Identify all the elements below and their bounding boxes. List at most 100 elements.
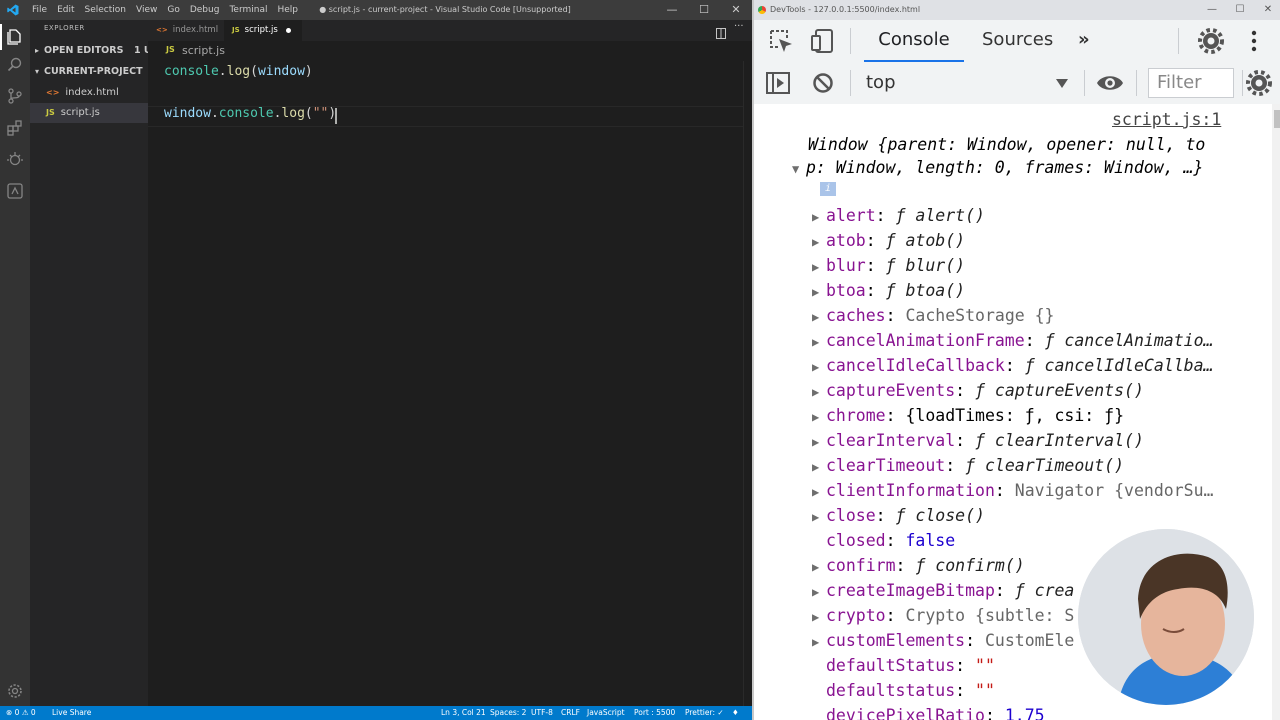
- menu-selection[interactable]: Selection: [80, 0, 131, 20]
- sidebar-toggle-icon[interactable]: [766, 72, 790, 94]
- console-property-row[interactable]: ▶ clearTimeout: ƒ clearTimeout(): [812, 453, 1124, 478]
- console-property-row[interactable]: ▶ createImageBitmap: ƒ crea: [812, 578, 1074, 603]
- console-property-row[interactable]: ▶ customElements: CustomEle: [812, 628, 1074, 653]
- code-line-3[interactable]: window.console.log(""): [164, 106, 336, 121]
- filter-input[interactable]: Filter: [1148, 68, 1234, 98]
- line-ending[interactable]: CRLF: [561, 706, 580, 720]
- device-toolbar-icon[interactable]: [810, 28, 836, 54]
- console-property-row[interactable]: ▶ chrome: {loadTimes: ƒ, csi: ƒ}: [812, 403, 1124, 428]
- problems-indicator[interactable]: ⊗ 0 ⚠ 0: [6, 706, 36, 720]
- window-summary-row[interactable]: ▼ p: Window, length: 0, frames: Window, ……: [792, 155, 1203, 180]
- menu-view[interactable]: View: [131, 0, 162, 20]
- console-property-row[interactable]: ▶ confirm: ƒ confirm(): [812, 553, 1025, 578]
- expand-triangle-icon[interactable]: ▶: [812, 305, 826, 330]
- live-expression-eye-icon[interactable]: [1096, 73, 1124, 93]
- console-property-row[interactable]: ▶ atob: ƒ atob(): [812, 228, 965, 253]
- breadcrumb-file[interactable]: script.js: [182, 44, 225, 57]
- tab-sources[interactable]: Sources: [982, 20, 1053, 60]
- prettier-status[interactable]: Prettier: ✓: [685, 706, 724, 720]
- console-property-row[interactable]: ▶ cancelIdleCallback: ƒ cancelIdleCallba…: [812, 353, 1213, 378]
- unsaved-dot-icon[interactable]: [286, 28, 291, 33]
- console-settings-gear-icon[interactable]: [1246, 70, 1272, 96]
- settings-gear-icon[interactable]: [6, 682, 24, 700]
- console-scrollbar[interactable]: [1272, 104, 1280, 720]
- minimize-button[interactable]: —: [656, 0, 688, 20]
- split-editor-icon[interactable]: [716, 24, 726, 39]
- project-section[interactable]: ▾ CURRENT-PROJECT: [30, 62, 148, 82]
- maximize-button[interactable]: ☐: [688, 0, 720, 20]
- expand-triangle-icon[interactable]: ▶: [812, 255, 826, 280]
- expand-triangle-icon[interactable]: ▶: [812, 455, 826, 480]
- console-property-row[interactable]: defaultStatus: "": [812, 653, 995, 678]
- expand-triangle-icon[interactable]: ▶: [812, 405, 826, 430]
- editor-scrollbar[interactable]: [743, 61, 752, 706]
- tab-console[interactable]: Console: [864, 20, 964, 63]
- menu-go[interactable]: Go: [162, 0, 184, 20]
- expand-triangle-icon[interactable]: ▶: [812, 205, 826, 230]
- expanded-triangle-icon[interactable]: ▼: [792, 157, 806, 182]
- menu-file[interactable]: File: [27, 0, 52, 20]
- clear-console-icon[interactable]: [812, 72, 834, 94]
- file-item-script-js[interactable]: JS script.js: [30, 103, 148, 123]
- expand-triangle-icon[interactable]: ▶: [812, 280, 826, 305]
- expand-triangle-icon[interactable]: ▶: [812, 605, 826, 630]
- console-property-row[interactable]: ▶ close: ƒ close(): [812, 503, 985, 528]
- menu-terminal[interactable]: Terminal: [224, 0, 272, 20]
- console-property-row[interactable]: ▶ crypto: Crypto {subtle: S: [812, 603, 1074, 628]
- expand-triangle-icon[interactable]: ▶: [812, 580, 826, 605]
- console-property-row[interactable]: ▶ blur: ƒ blur(): [812, 253, 965, 278]
- live-share-button[interactable]: Live Share: [52, 706, 91, 720]
- open-editors-section[interactable]: ▸ OPEN EDITORS 1 U: [30, 41, 148, 61]
- source-control-icon[interactable]: [6, 87, 24, 105]
- console-property-row[interactable]: ▶ cancelAnimationFrame: ƒ cancelAnimatio…: [812, 328, 1213, 353]
- search-icon[interactable]: [6, 56, 24, 74]
- code-line-1[interactable]: console.log(window): [164, 64, 313, 79]
- expand-triangle-icon[interactable]: ▶: [812, 430, 826, 455]
- menu-help[interactable]: Help: [272, 0, 303, 20]
- context-selector[interactable]: top: [866, 72, 896, 93]
- expand-triangle-icon[interactable]: ▶: [812, 505, 826, 530]
- minimize-button[interactable]: —: [1198, 0, 1226, 20]
- expand-triangle-icon[interactable]: ▶: [812, 630, 826, 655]
- language-mode[interactable]: JavaScript: [587, 706, 625, 720]
- file-item-index-html[interactable]: <> index.html: [30, 83, 148, 103]
- debug-icon[interactable]: [6, 150, 24, 168]
- console-property-row[interactable]: ▶ captureEvents: ƒ captureEvents(): [812, 378, 1144, 403]
- explorer-icon[interactable]: [6, 28, 24, 46]
- info-badge-icon[interactable]: i: [820, 182, 836, 196]
- source-link[interactable]: script.js:1: [1112, 110, 1221, 129]
- console-property-row[interactable]: ▶ btoa: ƒ btoa(): [812, 278, 965, 303]
- remote-explorer-icon[interactable]: [6, 182, 24, 200]
- scrollbar-thumb[interactable]: [1274, 110, 1280, 128]
- tab-script-js[interactable]: JS script.js: [224, 20, 302, 41]
- cursor-position[interactable]: Ln 3, Col 21: [441, 706, 486, 720]
- expand-triangle-icon[interactable]: ▶: [812, 330, 826, 355]
- console-property-row[interactable]: closed: false: [812, 528, 955, 553]
- code-editor[interactable]: console.log(window) window.console.log("…: [148, 61, 752, 706]
- extensions-icon[interactable]: [6, 119, 24, 137]
- kebab-menu-icon[interactable]: [1250, 28, 1258, 54]
- dropdown-arrow-icon[interactable]: [1056, 74, 1068, 88]
- inspect-element-icon[interactable]: [768, 28, 794, 54]
- live-server-port[interactable]: Port : 5500: [634, 706, 675, 720]
- expand-triangle-icon[interactable]: ▶: [812, 230, 826, 255]
- expand-triangle-icon[interactable]: ▶: [812, 355, 826, 380]
- notifications-bell-icon[interactable]: ♦: [732, 706, 739, 720]
- expand-triangle-icon[interactable]: ▶: [812, 555, 826, 580]
- console-property-row[interactable]: ▶ caches: CacheStorage {}: [812, 303, 1055, 328]
- maximize-button[interactable]: ☐: [1226, 0, 1254, 20]
- indentation[interactable]: Spaces: 2: [490, 706, 526, 720]
- settings-gear-icon[interactable]: [1198, 28, 1224, 54]
- expand-triangle-icon[interactable]: ▶: [812, 480, 826, 505]
- menu-edit[interactable]: Edit: [52, 0, 79, 20]
- close-button[interactable]: ✕: [1254, 0, 1280, 20]
- console-property-row[interactable]: ▶ alert: ƒ alert(): [812, 203, 985, 228]
- menu-debug[interactable]: Debug: [185, 0, 225, 20]
- tab-index-html[interactable]: <> index.html: [148, 20, 222, 41]
- console-property-row[interactable]: defaultstatus: "": [812, 678, 995, 703]
- more-actions-icon[interactable]: ···: [734, 21, 744, 32]
- close-button[interactable]: ✕: [720, 0, 752, 20]
- console-property-row[interactable]: ▶ clearInterval: ƒ clearInterval(): [812, 428, 1144, 453]
- console-property-row[interactable]: devicePixelRatio: 1.75: [812, 703, 1045, 720]
- encoding[interactable]: UTF-8: [531, 706, 553, 720]
